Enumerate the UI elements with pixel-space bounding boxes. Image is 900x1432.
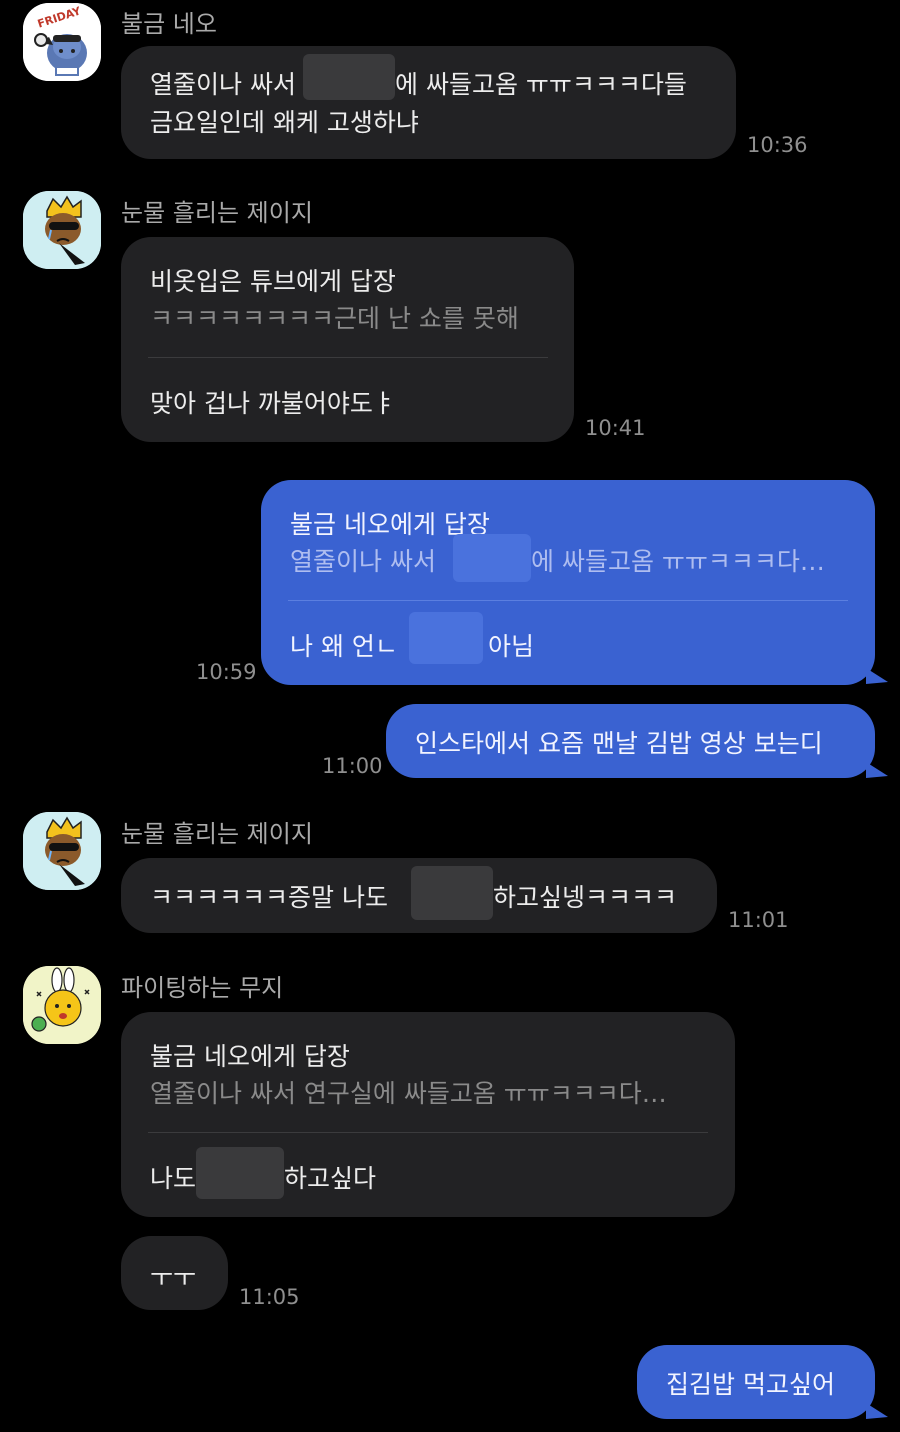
message-text: 나도: [150, 1164, 197, 1193]
bubble-tail: [866, 762, 888, 778]
message-text: 하고싶다: [284, 1164, 377, 1193]
avatar-neo[interactable]: FRIDAY: [23, 3, 101, 81]
reply-title: 비옷입은 튜브에게 답장: [150, 267, 396, 296]
reply-preview: ㅋㅋㅋㅋㅋㅋㅋㅋ근데 난 쇼를 못해: [150, 304, 519, 333]
reply-divider: [288, 600, 848, 601]
avatar-jayg[interactable]: [23, 812, 101, 890]
sender-name: 불금 네오: [121, 10, 217, 38]
message-text: 맞아 겁나 까불어야도ㅑ: [150, 389, 396, 418]
message-text: 집김밥 먹고싶어: [666, 1370, 835, 1399]
reply-divider: [148, 357, 548, 358]
message-bubble[interactable]: 집김밥 먹고싶어: [637, 1345, 875, 1419]
timestamp: 11:05: [239, 1285, 300, 1309]
message-text: ㅋㅋㅋㅋㅋㅋ증말 나도: [150, 883, 388, 912]
jayg-crying-icon: [23, 812, 101, 890]
timestamp: 10:59: [196, 660, 257, 684]
muzi-fighting-icon: [23, 966, 101, 1044]
sender-name: 눈물 흘리는 제이지: [121, 820, 313, 848]
message-bubble[interactable]: 열줄이나 싸서 에 싸들고옴 ㅠㅠㅋㅋㅋ다들 금요일인데 왜케 고생하냐: [121, 46, 736, 159]
reply-preview: 열줄이나 싸서 연구실에 싸들고옴 ㅠㅠㅋㅋㅋ다…: [150, 1079, 667, 1108]
neo-friday-icon: FRIDAY: [23, 3, 101, 81]
avatar-jayg[interactable]: [23, 191, 101, 269]
message-bubble[interactable]: 인스타에서 요즘 맨날 김밥 영상 보는디: [386, 704, 875, 778]
timestamp: 11:00: [322, 754, 383, 778]
message-bubble[interactable]: 불금 네오에게 답장 열줄이나 싸서 연구실에 싸들고옴 ㅠㅠㅋㅋㅋ다… 나도 …: [121, 1012, 735, 1217]
message-text: 열줄이나 싸서: [150, 70, 296, 99]
message-text: 하고싶넹ㅋㅋㅋㅋ: [493, 883, 678, 912]
message-text: 나 왜 언ㄴ: [290, 632, 398, 661]
message-text: 에 싸들고옴 ㅠㅠㅋㅋㅋ다들: [395, 70, 687, 99]
message-bubble[interactable]: 비옷입은 튜브에게 답장 ㅋㅋㅋㅋㅋㅋㅋㅋ근데 난 쇼를 못해 맞아 겁나 까불…: [121, 237, 574, 442]
sender-name: 눈물 흘리는 제이지: [121, 199, 313, 227]
avatar-muzi[interactable]: [23, 966, 101, 1044]
reply-preview: 열줄이나 싸서: [290, 547, 436, 576]
reply-divider: [148, 1132, 708, 1133]
reply-title: 불금 네오에게 답장: [150, 1042, 350, 1071]
bubble-tail: [866, 668, 888, 684]
timestamp: 10:41: [585, 416, 646, 440]
message-text: 아님: [488, 632, 535, 661]
bubble-tail: [866, 1403, 888, 1419]
message-text: ㅜㅜ: [150, 1263, 197, 1292]
message-bubble[interactable]: ㅜㅜ: [121, 1236, 228, 1310]
timestamp: 10:36: [747, 133, 808, 157]
redacted-text: [409, 612, 483, 664]
timestamp: 11:01: [728, 908, 789, 932]
message-bubble[interactable]: 불금 네오에게 답장 열줄이나 싸서 에 싸들고옴 ㅠㅠㅋㅋㅋ다… 나 왜 언ㄴ…: [261, 480, 875, 685]
sender-name: 파이팅하는 무지: [121, 974, 284, 1002]
redacted-text: [411, 866, 493, 920]
message-text: 인스타에서 요즘 맨날 김밥 영상 보는디: [415, 729, 823, 758]
redacted-text: [453, 534, 531, 582]
redacted-text: [303, 54, 395, 100]
redacted-text: [196, 1147, 284, 1199]
message-text: 금요일인데 왜케 고생하냐: [150, 108, 419, 137]
jayg-crying-icon: [23, 191, 101, 269]
message-bubble[interactable]: ㅋㅋㅋㅋㅋㅋ증말 나도 하고싶넹ㅋㅋㅋㅋ: [121, 858, 717, 933]
reply-preview: 에 싸들고옴 ㅠㅠㅋㅋㅋ다…: [531, 547, 825, 576]
